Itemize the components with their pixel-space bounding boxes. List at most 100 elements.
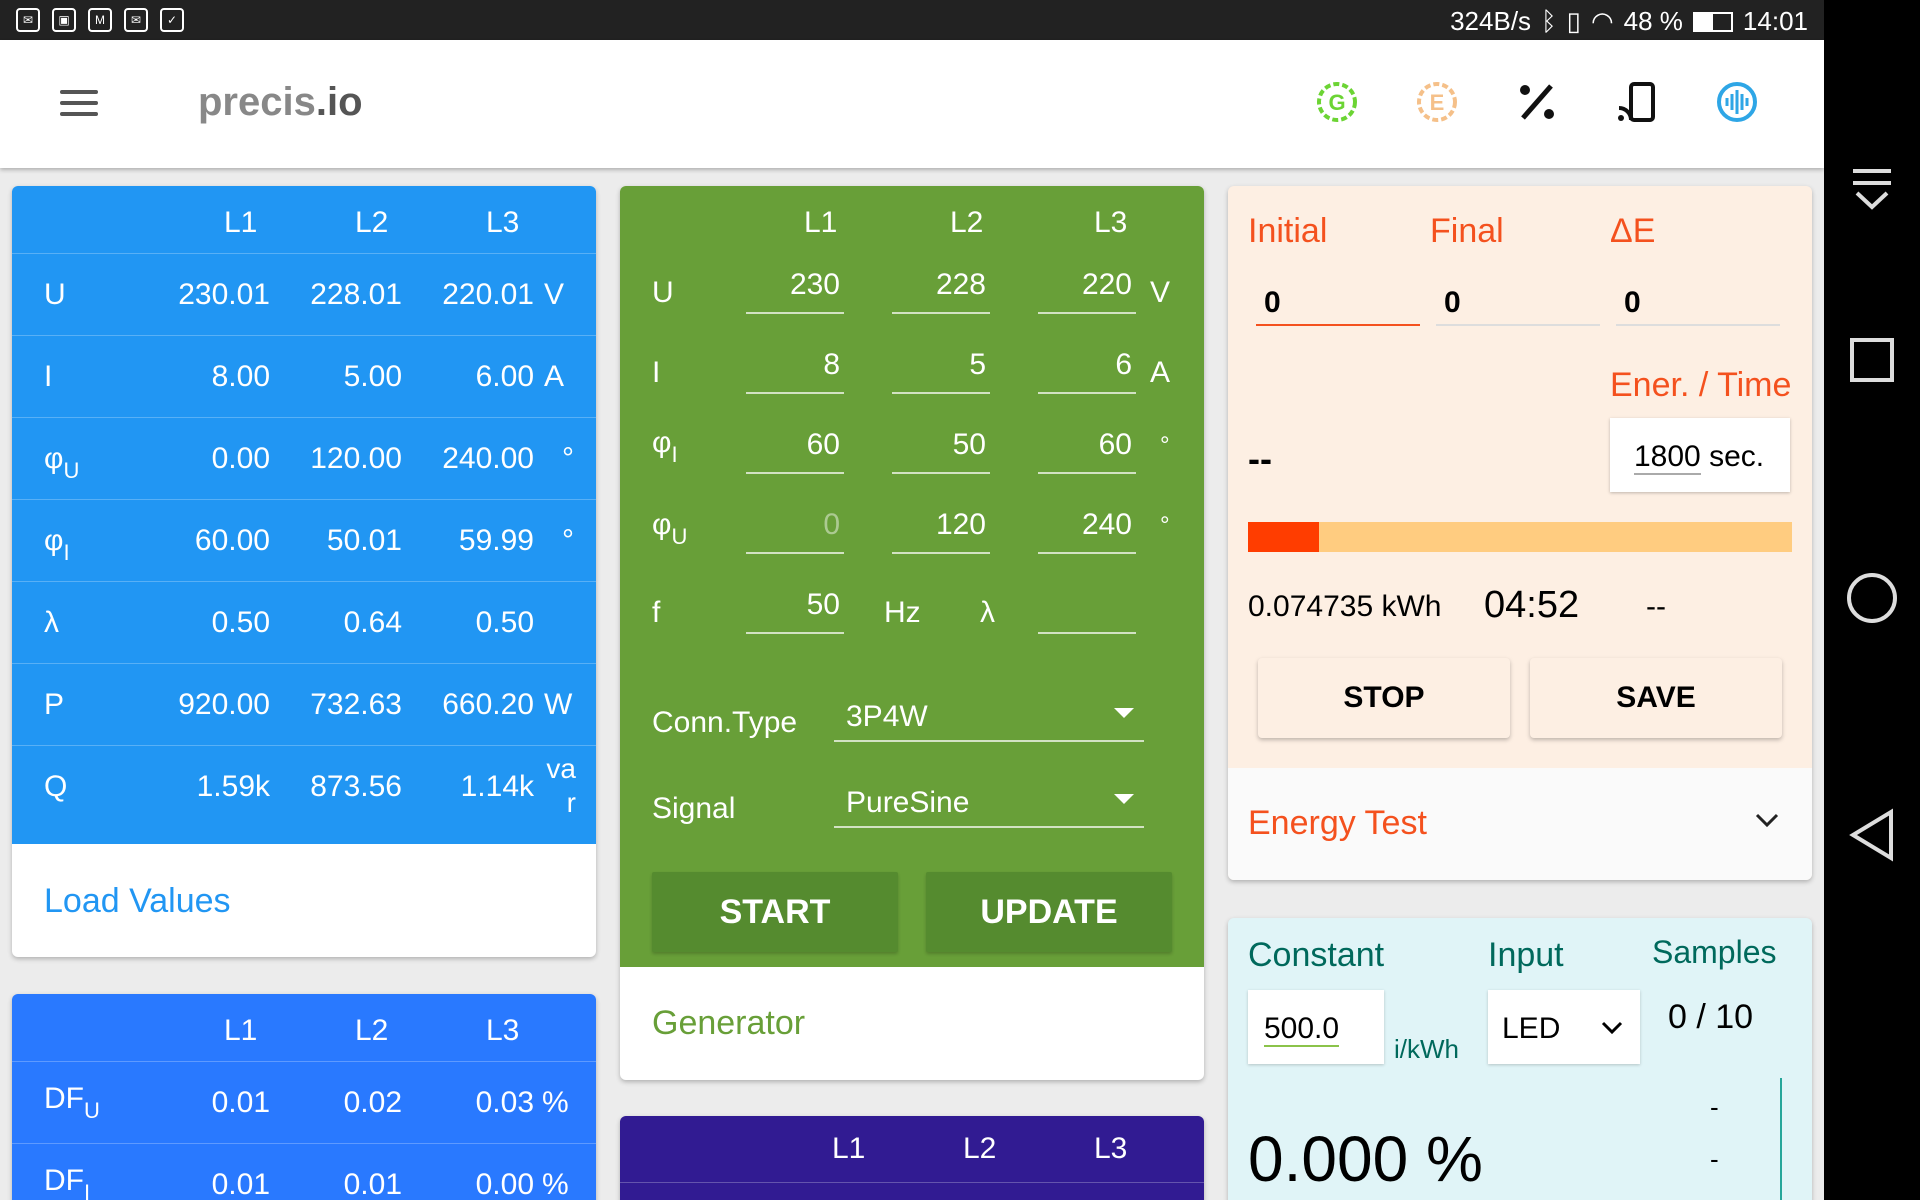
messenger-icon: ✉ [16,8,40,32]
header-l2: L2 [950,206,984,239]
samples-label: Samples [1652,934,1777,970]
phi-u-l3-input[interactable]: 240 [1038,508,1136,554]
row-label-u: U [652,276,674,309]
result-value: -- [1248,438,1272,479]
header-l3: L3 [486,1014,520,1047]
app-logo: precis.io [198,80,363,124]
header-l3: L3 [486,206,520,239]
input-label: Input [1488,936,1564,974]
stop-button[interactable]: STOP [1258,658,1510,738]
row-label-i: I [652,356,661,389]
constant-unit: i/kWh [1394,1034,1459,1064]
back-button[interactable] [1824,805,1920,865]
distortion-card: L1 L2 L3 DFU 0.01 0.02 0.03 % DFI 0.01 0… [12,994,596,1200]
energy-test-footer[interactable]: Energy Test [1228,768,1812,880]
percent-icon[interactable] [1513,78,1561,126]
table-row: P 920.00 732.63 660.20 W [12,664,596,746]
final-label: Final [1430,212,1504,250]
menu-icon[interactable] [60,90,98,116]
phi-i-l2-input[interactable]: 50 [892,428,990,474]
input-select[interactable]: LED [1488,990,1640,1064]
u-unit: V [1150,276,1171,309]
svg-text:E: E [1430,90,1445,115]
load-values-title[interactable]: Load Values [44,882,231,921]
table-row: DFU 0.01 0.02 0.03 % [12,1062,596,1144]
freq-input[interactable]: 50 [746,588,844,634]
table-row: φU 0.00 120.00 240.00 ° [12,418,596,500]
generator-body: L1 L2 L3 U 230 228 220 V I 8 5 6 A φI 60… [620,186,1204,967]
u-l3-input[interactable]: 220 [1038,268,1136,314]
i-l2-input[interactable]: 5 [892,348,990,394]
time-input[interactable]: 1800 sec. [1610,418,1790,492]
i-l1-input[interactable]: 8 [746,348,844,394]
constant-test-card: Constant Input Samples 500.0 i/kWh LED 0… [1228,918,1812,1200]
phi-i-unit: ° [1160,432,1170,459]
time-value: 1800 [1634,440,1701,475]
i-unit: A [1150,356,1171,389]
bluetooth-icon: ᛒ [1541,6,1557,36]
final-input[interactable]: 0 [1436,276,1600,326]
save-button[interactable]: SAVE [1530,658,1782,738]
initial-input[interactable]: 0 [1256,276,1420,326]
signal-icon[interactable] [1713,78,1761,126]
update-button[interactable]: UPDATE [926,872,1172,952]
freq-unit: Hz [884,596,921,629]
wifi-icon: ◠ [1590,6,1614,36]
recents-button[interactable] [1824,330,1920,390]
chevron-down-icon [1601,1021,1623,1035]
energy-icon[interactable]: E [1413,78,1461,126]
phi-u-l2-input[interactable]: 120 [892,508,990,554]
u-l1-input[interactable]: 230 [746,268,844,314]
u-l2-input[interactable]: 228 [892,268,990,314]
phi-u-l1-input[interactable]: 0 [746,508,844,554]
gmail-icon: M [88,8,112,32]
i-l3-input[interactable]: 6 [1038,348,1136,394]
notification-icons: ✉ ▣ M ✉ ✓ [16,8,184,32]
generator-title[interactable]: Generator [652,1004,805,1043]
ener-time-label: Ener. / Time [1610,366,1792,404]
header-l2: L2 [963,1132,997,1165]
conn-type-select[interactable]: 3P4W [834,692,1144,742]
delta-input[interactable]: 0 [1616,276,1780,326]
table-row: U 230.01 228.01 220.01 V [12,254,596,336]
side-value: - [1710,1144,1719,1174]
phi-i-l1-input[interactable]: 60 [746,428,844,474]
phase-card: L1 L2 L3 [620,1116,1204,1200]
delta-label: ΔE [1610,212,1656,250]
table-row: φI 60.00 50.01 59.99 ° [12,500,596,582]
error-value: 0.000 % [1248,1123,1483,1195]
constant-input[interactable]: 500.0 [1248,990,1384,1064]
generator-icon[interactable]: G [1313,78,1361,126]
row-label-phi-i: φI [652,426,678,467]
net-speed: 324B/s [1450,6,1532,36]
row-label-phi-u: φU [652,508,688,549]
battery-text: 48 % [1623,6,1683,36]
table-row: Q 1.59k 873.56 1.14k va r [44,753,576,818]
home-button[interactable] [1824,568,1920,628]
hide-nav-icon[interactable] [1824,160,1920,220]
conn-type-label: Conn.Type [652,706,798,739]
side-value: - [1710,1092,1719,1122]
header-l2: L2 [355,1014,389,1047]
energy-test-title: Energy Test [1248,804,1427,842]
chevron-down-icon [1755,813,1779,828]
load-values-card: L1 L2 L3 U 230.01 228.01 220.01 V I 8.00… [12,186,596,957]
lambda-input[interactable] [1038,588,1136,634]
energy-reading: 0.074735 kWh [1248,590,1442,623]
signal-select[interactable]: PureSine [834,778,1144,828]
samples-value: 0 / 10 [1668,998,1754,1036]
header-l1: L1 [804,206,838,239]
start-button[interactable]: START [652,872,898,952]
signal-label: Signal [652,792,736,825]
table-row: λ 0.50 0.64 0.50 [12,582,596,664]
phi-i-l3-input[interactable]: 60 [1038,428,1136,474]
initial-label: Initial [1248,212,1328,250]
progress-bar [1248,522,1792,552]
lambda-label: λ [980,596,995,629]
extra-value: -- [1646,590,1666,623]
cast-icon[interactable] [1613,78,1661,126]
progress-fill [1248,522,1319,552]
svg-text:G: G [1328,90,1345,115]
vibrate-icon: ▯ [1566,6,1581,36]
battery-icon [1692,11,1733,32]
